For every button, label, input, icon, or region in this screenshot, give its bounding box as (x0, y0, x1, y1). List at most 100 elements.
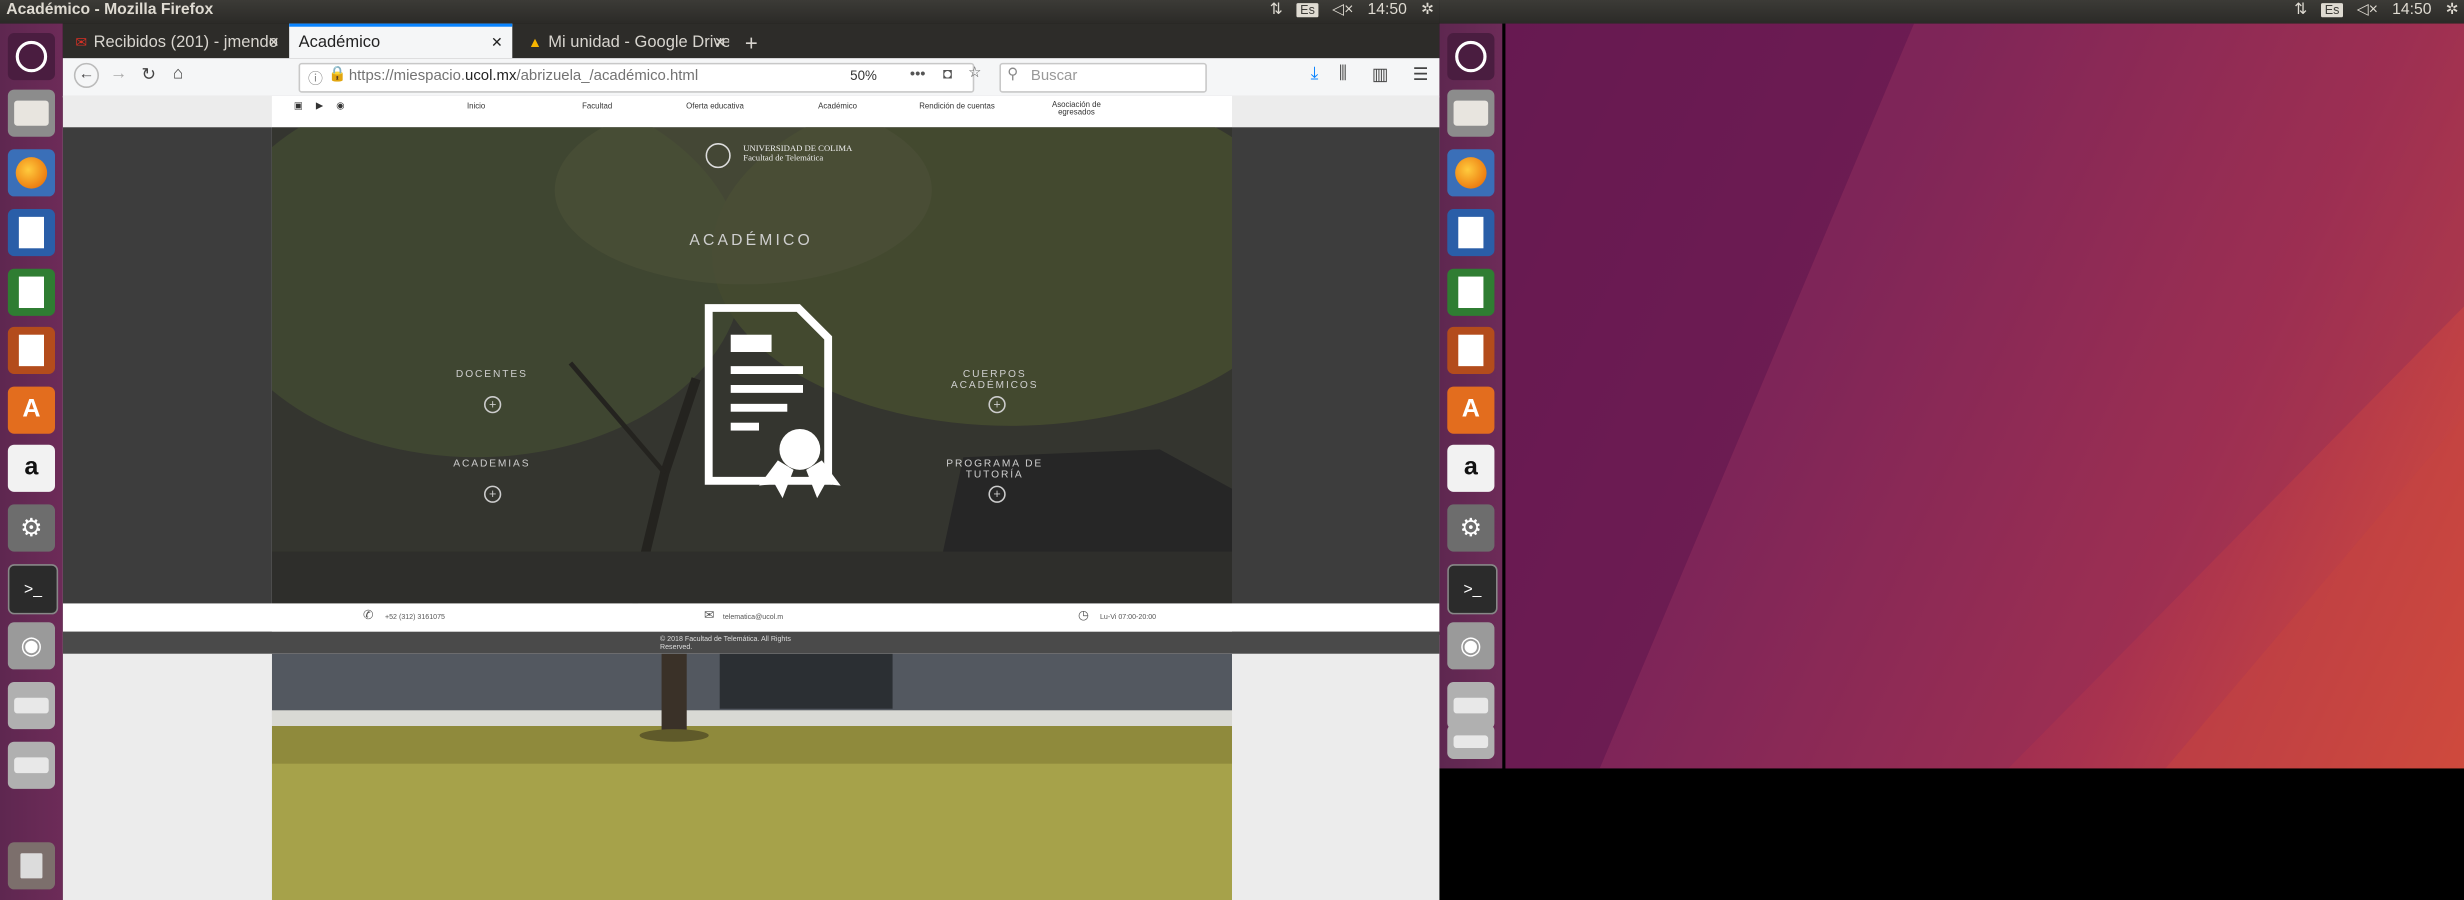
ubuntu-dash-icon[interactable] (7, 33, 56, 81)
certificate-icon (704, 304, 841, 499)
launcher: A a ⚙ >_ ◉ (0, 23, 63, 900)
impress-icon[interactable] (7, 326, 56, 375)
volume-icon[interactable]: ◁× (2357, 2, 2378, 19)
page-actions-icon[interactable]: ••• (910, 66, 926, 83)
window-title: Académico - Mozilla Firefox (6, 1, 214, 19)
settings-icon[interactable]: ⚙ (7, 504, 56, 552)
academias-plus-icon[interactable]: + (484, 485, 502, 503)
zoom-level[interactable]: 50% (850, 68, 877, 84)
pocket-icon[interactable]: ◘ (943, 66, 952, 83)
nav-oferta[interactable]: Oferta educativa (677, 102, 752, 111)
keyboard-layout[interactable]: Es (1297, 3, 1319, 18)
home-button[interactable]: ⌂ (173, 64, 183, 83)
close-icon[interactable]: ✕ (268, 34, 280, 51)
power-icon[interactable]: ✲ (1421, 2, 1434, 19)
drive-icon[interactable] (7, 682, 56, 730)
terminal-icon[interactable]: >_ (7, 564, 59, 615)
sidebar-icon[interactable]: ▥ (1372, 64, 1388, 85)
tab-drive[interactable]: ▲ Mi unidad - Google Drive ✕ (519, 27, 729, 58)
docentes-plus-icon[interactable]: + (484, 396, 502, 414)
phone-icon: ✆ (363, 608, 374, 623)
clock-icon: ◷ (1078, 608, 1089, 623)
camera-icon[interactable]: ◉ (7, 622, 56, 670)
lock-icon: 🔒 (328, 66, 348, 84)
nav-egresados[interactable]: Asociación de egresados (1042, 101, 1111, 118)
search-icon: ⚲ (1007, 66, 1019, 84)
clock[interactable]: 14:50 (2392, 2, 2431, 19)
network-icon[interactable]: ⇅ (1270, 2, 1283, 19)
library-icon[interactable]: ⫼ (1339, 64, 1347, 84)
page-viewport: ▣ ▶ ◉ Inicio Facultad Oferta educativa A… (62, 95, 1440, 900)
mail-icon: ✉ (704, 608, 715, 623)
impress-icon[interactable] (1447, 326, 1495, 375)
nav-inicio[interactable]: Inicio (460, 102, 491, 111)
software-center-icon[interactable]: A (7, 386, 56, 434)
trash-icon[interactable] (7, 842, 56, 890)
tutoria-plus-icon[interactable]: + (988, 485, 1006, 503)
contact-bar: ✆ +52 (312) 3161075 ✉ telematica@ucol.m … (62, 603, 1440, 632)
tab-strip: ✉ Recibidos (201) - jmendo ✕ Académico ✕… (62, 23, 1440, 59)
amazon-icon[interactable]: a (1447, 444, 1495, 492)
drive-icon[interactable] (7, 741, 56, 789)
item-tutoria[interactable]: PROGRAMA DE TUTORÍA (932, 459, 1058, 481)
drive-icon[interactable] (1447, 682, 1495, 730)
item-academias[interactable]: ACADEMIAS (429, 459, 555, 470)
firefox-icon[interactable] (1447, 149, 1495, 197)
social-icon[interactable]: ◉ (336, 101, 344, 111)
nav-rendicion[interactable]: Rendición de cuentas (907, 102, 1008, 111)
camera-icon[interactable]: ◉ (1447, 622, 1495, 670)
cuerpos-plus-icon[interactable]: + (988, 396, 1006, 414)
close-icon[interactable]: ✕ (491, 34, 503, 51)
menu-icon[interactable]: ☰ (1413, 64, 1429, 85)
tab-gmail[interactable]: ✉ Recibidos (201) - jmendo ✕ (69, 27, 283, 58)
calc-icon[interactable] (1447, 268, 1495, 316)
forward-button[interactable]: → (110, 64, 127, 83)
nav-facultad[interactable]: Facultad (574, 102, 621, 111)
phone-number: +52 (312) 3161075 (385, 612, 445, 621)
writer-icon[interactable] (7, 209, 56, 257)
page-side-left (62, 127, 272, 635)
youtube-icon[interactable]: ▶ (316, 101, 323, 111)
info-icon[interactable]: ⓘ (308, 66, 323, 88)
tab-academico[interactable]: Académico ✕ (289, 23, 513, 59)
page-side-right (1232, 127, 1440, 635)
settings-icon[interactable]: ⚙ (1447, 504, 1495, 552)
download-icon[interactable]: ⤓ (1311, 64, 1319, 84)
url-bar[interactable]: ⓘ 🔒 https://miespacio.ucol.mx/abrizuela_… (298, 62, 981, 93)
nav-academico[interactable]: Académico (809, 102, 866, 111)
drive-icon[interactable] (1447, 724, 1495, 760)
software-center-icon[interactable]: A (1447, 386, 1495, 434)
amazon-icon[interactable]: a (7, 444, 56, 492)
page-title: ACADÉMICO (689, 232, 813, 250)
back-button[interactable]: ← (73, 62, 100, 89)
url-text: https://miespacio.ucol.mx/abrizuela_/aca… (348, 67, 699, 85)
writer-icon[interactable] (1447, 209, 1495, 257)
terminal-icon[interactable]: >_ (1447, 564, 1498, 615)
facebook-icon[interactable]: ▣ (294, 101, 303, 111)
email-link[interactable]: telematica@ucol.m (723, 613, 783, 621)
keyboard-layout[interactable]: Es (2321, 3, 2343, 18)
calc-icon[interactable] (7, 268, 56, 316)
firefox-icon[interactable] (7, 149, 56, 197)
ubuntu-dash-icon[interactable] (1447, 33, 1495, 81)
network-icon[interactable]: ⇅ (2294, 2, 2307, 19)
close-icon[interactable]: ✕ (714, 34, 726, 51)
new-tab-button[interactable]: + (745, 27, 770, 58)
university-seal-icon (705, 143, 731, 169)
site-nav: ▣ ▶ ◉ Inicio Facultad Oferta educativa A… (271, 95, 1233, 128)
files-icon[interactable] (1447, 89, 1495, 137)
bookmark-star-icon[interactable]: ☆ (968, 64, 981, 81)
clock[interactable]: 14:50 (1368, 2, 1407, 19)
files-icon[interactable] (7, 89, 56, 137)
search-input[interactable]: ⚲ Buscar (999, 62, 1207, 93)
desktop-wallpaper (1505, 23, 2464, 769)
reload-button[interactable]: ↻ (141, 64, 155, 85)
power-icon[interactable]: ✲ (2446, 2, 2459, 19)
item-cuerpos[interactable]: CUERPOS ACADÉMICOS (932, 369, 1058, 391)
item-docentes[interactable]: DOCENTES (429, 369, 555, 380)
volume-icon[interactable]: ◁× (1332, 2, 1353, 19)
top-panel-right: ⇅ Es ◁× 14:50 ✲ (1439, 0, 2464, 24)
hero-section: UNIVERSIDAD DE COLIMA Facultad de Telemá… (271, 127, 1233, 604)
campus-photo (271, 653, 1233, 900)
logo-text: UNIVERSIDAD DE COLIMA Facultad de Telemá… (743, 144, 853, 164)
